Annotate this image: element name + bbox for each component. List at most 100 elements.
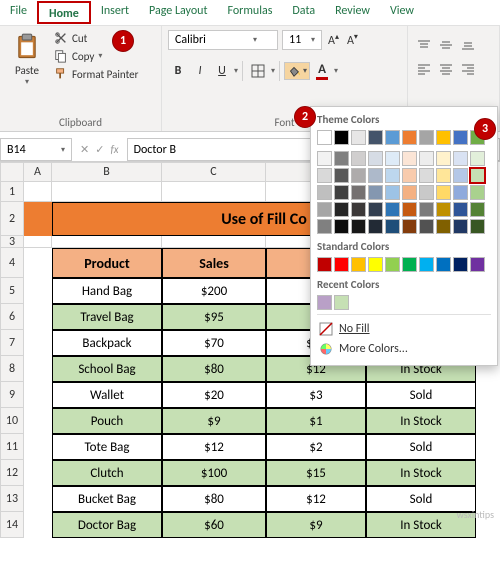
color-swatch[interactable] <box>402 185 417 200</box>
cell[interactable]: $20 <box>162 382 266 408</box>
color-swatch[interactable] <box>351 151 366 166</box>
color-swatch[interactable] <box>385 202 400 217</box>
color-swatch[interactable] <box>317 219 332 234</box>
cell[interactable] <box>24 486 52 512</box>
font-name-select[interactable]: Calibri▾ <box>168 30 278 50</box>
tab-review[interactable]: Review <box>325 0 380 25</box>
row-header[interactable]: 5 <box>0 278 24 304</box>
cell[interactable]: Bucket Bag <box>52 486 162 512</box>
color-swatch[interactable] <box>402 151 417 166</box>
color-swatch[interactable] <box>436 168 451 183</box>
color-swatch[interactable] <box>317 185 332 200</box>
font-size-select[interactable]: 11▾ <box>282 30 322 50</box>
row-header[interactable]: 12 <box>0 460 24 486</box>
enter-formula-icon[interactable]: ✓ <box>95 143 104 156</box>
cell[interactable]: Sold <box>366 434 476 460</box>
color-swatch[interactable] <box>436 219 451 234</box>
cell[interactable]: $70 <box>162 330 266 356</box>
chevron-down-icon[interactable]: ▾ <box>271 66 275 76</box>
color-swatch[interactable] <box>402 168 417 183</box>
color-swatch[interactable] <box>419 202 434 217</box>
cell[interactable]: $80 <box>162 486 266 512</box>
row-header[interactable]: 2 <box>0 202 24 236</box>
color-swatch[interactable] <box>334 130 349 145</box>
color-swatch[interactable] <box>402 202 417 217</box>
cell[interactable]: $15 <box>266 460 366 486</box>
column-header[interactable]: B <box>52 162 162 182</box>
color-swatch[interactable] <box>402 257 417 272</box>
tab-file[interactable]: File <box>0 0 37 25</box>
cell[interactable]: $2 <box>266 434 366 460</box>
color-swatch[interactable] <box>368 185 383 200</box>
fill-color-button[interactable]: ▾ <box>284 62 310 80</box>
cell[interactable] <box>24 202 52 236</box>
fx-icon[interactable]: fx <box>110 143 118 156</box>
row-header[interactable]: 7 <box>0 330 24 356</box>
color-swatch[interactable] <box>453 202 468 217</box>
row-header[interactable]: 1 <box>0 182 24 202</box>
row-header[interactable]: 14 <box>0 512 24 538</box>
color-swatch[interactable] <box>419 219 434 234</box>
color-swatch[interactable] <box>334 219 349 234</box>
color-swatch[interactable] <box>317 202 332 217</box>
align-bottom-button[interactable] <box>458 36 478 54</box>
cell[interactable] <box>24 408 52 434</box>
color-swatch[interactable] <box>402 130 417 145</box>
row-header[interactable]: 3 <box>0 236 24 248</box>
color-swatch[interactable] <box>419 185 434 200</box>
color-swatch[interactable] <box>385 151 400 166</box>
color-swatch[interactable] <box>351 185 366 200</box>
color-swatch[interactable] <box>453 257 468 272</box>
underline-button[interactable]: U <box>212 60 232 82</box>
cell[interactable] <box>24 182 52 202</box>
align-top-button[interactable] <box>414 36 434 54</box>
color-swatch[interactable] <box>453 219 468 234</box>
cell[interactable]: Travel Bag <box>52 304 162 330</box>
color-swatch[interactable] <box>334 168 349 183</box>
cell[interactable] <box>52 182 162 202</box>
color-swatch[interactable] <box>385 219 400 234</box>
cell[interactable] <box>24 382 52 408</box>
color-swatch[interactable] <box>419 168 434 183</box>
color-swatch[interactable] <box>351 130 366 145</box>
color-swatch[interactable] <box>419 257 434 272</box>
select-all-corner[interactable] <box>0 162 24 182</box>
more-colors-option[interactable]: More Colors... <box>317 339 491 359</box>
no-fill-option[interactable]: No Fill <box>317 319 491 339</box>
chevron-down-icon[interactable]: ▾ <box>303 66 307 76</box>
color-swatch[interactable] <box>334 185 349 200</box>
color-swatch[interactable] <box>436 130 451 145</box>
tab-data[interactable]: Data <box>282 0 325 25</box>
cell[interactable]: $3 <box>266 382 366 408</box>
row-header[interactable]: 6 <box>0 304 24 330</box>
cell[interactable]: $9 <box>266 512 366 538</box>
cell[interactable]: $12 <box>162 434 266 460</box>
tab-formulas[interactable]: Formulas <box>217 0 282 25</box>
color-swatch[interactable] <box>368 151 383 166</box>
color-swatch[interactable] <box>402 219 417 234</box>
cell[interactable]: $1 <box>266 408 366 434</box>
color-swatch[interactable] <box>351 219 366 234</box>
color-swatch[interactable] <box>351 168 366 183</box>
tab-home[interactable]: Home <box>37 1 91 24</box>
color-swatch[interactable] <box>436 185 451 200</box>
cell[interactable]: $80 <box>162 356 266 382</box>
chevron-down-icon[interactable]: ▾ <box>334 66 338 76</box>
color-swatch[interactable] <box>470 202 485 217</box>
tab-page-layout[interactable]: Page Layout <box>139 0 217 25</box>
color-swatch[interactable] <box>470 257 485 272</box>
color-swatch[interactable] <box>334 202 349 217</box>
cell[interactable]: Pouch <box>52 408 162 434</box>
color-swatch[interactable] <box>334 295 349 310</box>
color-swatch[interactable] <box>368 168 383 183</box>
color-swatch[interactable] <box>368 202 383 217</box>
format-painter-button[interactable]: Format Painter <box>52 66 140 82</box>
align-right-button[interactable] <box>458 60 478 78</box>
cell[interactable] <box>24 278 52 304</box>
cell[interactable]: $9 <box>162 408 266 434</box>
cell[interactable]: Doctor Bag <box>52 512 162 538</box>
color-swatch[interactable] <box>436 257 451 272</box>
row-header[interactable]: 13 <box>0 486 24 512</box>
color-swatch[interactable] <box>317 295 332 310</box>
cell[interactable]: In Stock <box>366 460 476 486</box>
